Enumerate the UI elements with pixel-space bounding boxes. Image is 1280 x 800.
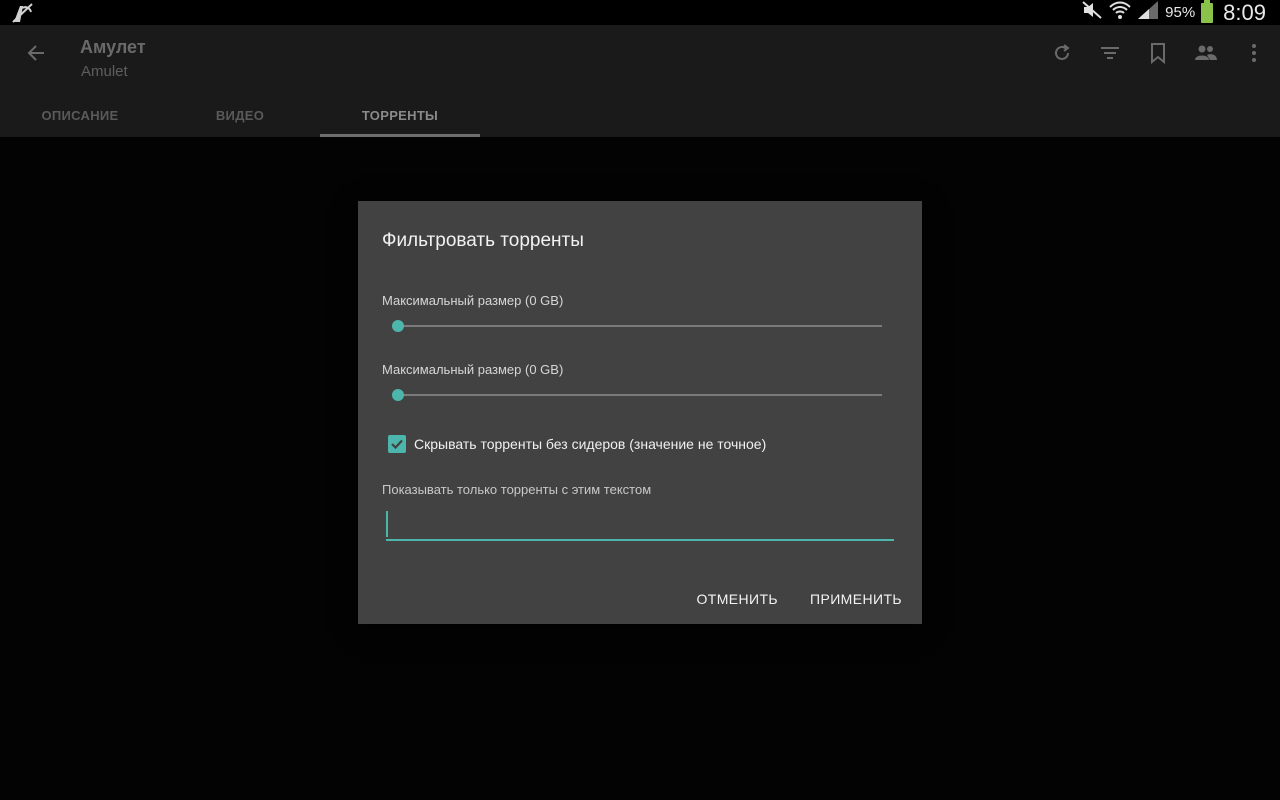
more-vert-icon [1252, 44, 1256, 62]
bookmark-icon [1151, 43, 1165, 64]
tab-torrents[interactable]: ТОРРЕНТЫ [320, 93, 480, 137]
battery-percent: 95% [1165, 4, 1196, 21]
max-size-slider-1[interactable] [392, 319, 882, 333]
refresh-button[interactable] [1050, 37, 1074, 69]
people-button[interactable] [1194, 37, 1218, 69]
mute-icon [1081, 0, 1103, 25]
battery-icon [1201, 0, 1214, 23]
slider-track [398, 394, 882, 396]
text-filter-input[interactable] [386, 507, 894, 541]
hide-no-seeders-checkbox[interactable] [388, 435, 406, 453]
cancel-button[interactable]: ОТМЕНИТЬ [696, 591, 778, 607]
filter-button[interactable] [1098, 37, 1122, 69]
filter-dialog: Фильтровать торренты Максимальный размер… [358, 201, 922, 624]
page-subtitle: Amulet [81, 63, 128, 80]
clock: 8:09 [1223, 0, 1266, 25]
more-options-button[interactable] [1242, 37, 1266, 69]
checkmark-icon [391, 439, 403, 450]
tab-video[interactable]: ВИДЕО [160, 93, 320, 137]
max-size-label-2: Максимальный размер (0 GB) [382, 362, 564, 377]
arrow-back-icon [27, 45, 44, 61]
slider-thumb[interactable] [392, 320, 404, 332]
people-icon [1195, 45, 1217, 60]
tab-bar: ОПИСАНИЕ ВИДЕО ТОРРЕНТЫ [0, 93, 1280, 137]
max-size-slider-2[interactable] [392, 388, 882, 402]
wifi-icon [1109, 0, 1131, 25]
max-size-label-1: Максимальный размер (0 GB) [382, 293, 564, 308]
bookmark-button[interactable] [1146, 37, 1170, 69]
signal-icon [1137, 0, 1159, 25]
page-title: Амулет [80, 37, 146, 57]
slider-thumb[interactable] [392, 389, 404, 401]
refresh-icon [1055, 44, 1070, 60]
text-filter-label: Показывать только торренты с этим тексто… [382, 482, 652, 497]
status-bar: 95% 8:09 [0, 0, 1280, 25]
hide-no-seeders-row[interactable]: Скрывать торренты без сидеров (значение … [388, 435, 766, 453]
hide-no-seeders-label: Скрывать торренты без сидеров (значение … [414, 436, 767, 452]
tab-indicator [320, 134, 480, 137]
slider-track [398, 325, 882, 327]
back-button[interactable] [20, 37, 52, 69]
dialog-title: Фильтровать торренты [382, 230, 584, 251]
app-bar: Амулет Amulet ОПИСАНИЕ ВИДЕО ТОРРЕНТЫ [0, 25, 1280, 137]
apply-button[interactable]: ПРИМЕНИТЬ [810, 591, 902, 607]
filter-icon [1101, 47, 1119, 59]
text-cursor [386, 511, 388, 537]
tab-description[interactable]: ОПИСАНИЕ [0, 93, 160, 137]
